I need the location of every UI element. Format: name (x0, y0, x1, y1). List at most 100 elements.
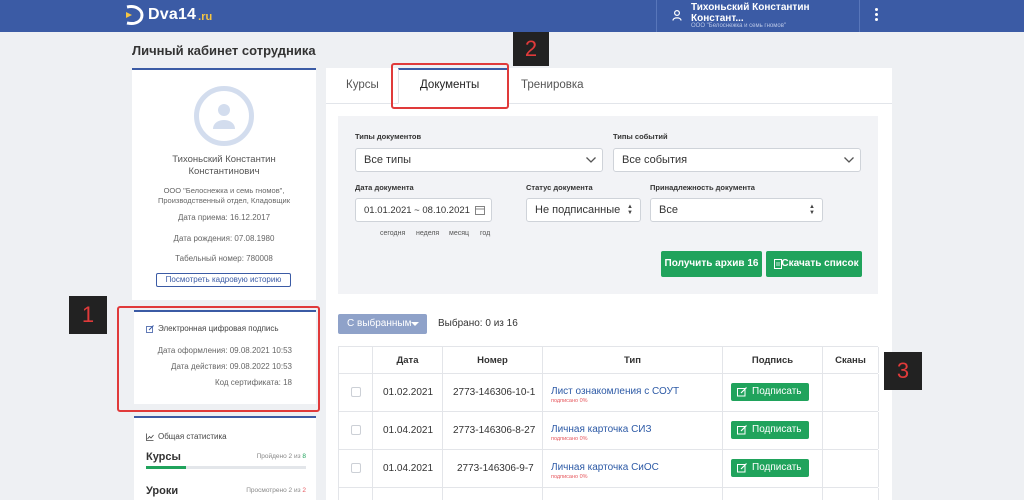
row-checkbox[interactable] (351, 463, 361, 473)
stats-title: Общая статистика (146, 432, 227, 441)
caret-down-icon (411, 322, 419, 326)
row-date: 01.02.2021 (373, 374, 443, 411)
updown-icon: ▲ ▼ (627, 204, 633, 216)
selected-count: Выбрано: 0 из 16 (438, 318, 518, 329)
row-type-link[interactable]: Лист ознакомления с СОУТ (551, 386, 679, 397)
quick-month[interactable]: месяц (449, 230, 469, 237)
stats-row-lessons: Уроки Просмотрено 2 из 2 (146, 485, 306, 497)
header-number: Номер (443, 347, 543, 373)
row-sign-cell: Подписать (723, 374, 823, 411)
row-checkbox-cell (339, 412, 373, 449)
status-select[interactable]: Не подписанные ▲ ▼ (526, 198, 641, 222)
user-avatar-icon (213, 104, 235, 129)
table-header-row: Дата Номер Тип Подпись Сканы (338, 346, 879, 374)
avatar (194, 86, 254, 146)
doc-types-label: Типы документов (355, 132, 422, 141)
logo-icon (126, 5, 144, 25)
sign-button-label: Подписать (752, 462, 802, 473)
row-checkbox-cell (339, 450, 373, 487)
tab-number: Табельный номер: 780008 (175, 254, 273, 263)
sign-button[interactable]: Подписать (731, 421, 809, 439)
hr-history-button[interactable]: Посмотреть кадровую историю (156, 273, 291, 287)
table-row[interactable] (338, 488, 879, 500)
row-checkbox[interactable] (351, 387, 361, 397)
row-type-link[interactable]: Личная карточка СиОС (551, 462, 659, 473)
chevron-down-icon (586, 157, 596, 163)
hire-date: Дата приема: 16.12.2017 (177, 213, 271, 222)
stats-courses-bar (146, 466, 306, 469)
annotation-label-1: 1 (69, 296, 107, 334)
more-menu-icon[interactable] (870, 6, 882, 26)
logo-tld: .ru (198, 11, 213, 23)
header-scans: Сканы (823, 347, 879, 373)
top-bar: Dva14 .ru Тихоньский Константин Констант… (0, 0, 1024, 32)
logo[interactable]: Dva14 .ru (124, 4, 212, 26)
row-number: 2773-146306-9-7 (443, 450, 543, 487)
table-row[interactable]: 01.04.2021 2773-146306-9-7 Личная карточ… (338, 450, 879, 488)
quick-today[interactable]: сегодня (380, 230, 405, 237)
download-doc-icon (774, 259, 782, 269)
row-type-cell: Личная карточка СиОС подписано 0% (543, 450, 723, 487)
row-sign-status: подписано 0% (551, 474, 588, 480)
stats-row-courses: Курсы Пройдено 2 из 8 (146, 451, 306, 469)
row-date: 01.04.2021 (373, 412, 443, 449)
updown-icon: ▲ ▼ (809, 204, 815, 216)
bulk-actions-button[interactable]: С выбранным (338, 314, 427, 334)
event-types-label: Типы событий (613, 132, 668, 141)
table-row[interactable]: 01.02.2021 2773-146306-10-1 Лист ознаком… (338, 374, 879, 412)
header-sign: Подпись (723, 347, 823, 373)
download-list-label: Скачать список (781, 258, 859, 269)
quick-week[interactable]: неделя (416, 230, 439, 237)
edit-icon (737, 425, 747, 435)
tab-courses[interactable]: Курсы (346, 79, 379, 91)
row-checkbox-cell (339, 374, 373, 411)
ownership-value: Все (659, 204, 678, 216)
sign-button[interactable]: Подписать (731, 459, 809, 477)
annotation-box-signature (117, 306, 320, 412)
user-name: Тихоньский Константин Констант... (691, 2, 810, 24)
header-date: Дата (373, 347, 443, 373)
status-label: Статус документа (526, 183, 593, 192)
row-sign-status: подписано 0% (551, 398, 588, 404)
sign-button-label: Подписать (752, 386, 802, 397)
row-scans-cell (823, 412, 879, 449)
annotation-box-documents-tab (391, 63, 509, 109)
row-type-link[interactable]: Личная карточка СИЗ (551, 424, 652, 435)
sign-button[interactable]: Подписать (731, 383, 809, 401)
birth-date: Дата рождения: 07.08.1980 (173, 234, 275, 243)
doc-date-input[interactable]: 01.01.2021 ~ 08.10.2021 (355, 198, 492, 222)
ownership-select[interactable]: Все ▲ ▼ (650, 198, 823, 222)
employee-org: ООО "Белоснежка и семь гномов", Производ… (158, 186, 290, 205)
doc-types-select[interactable]: Все типы (355, 148, 603, 172)
chevron-down-icon (844, 157, 854, 163)
employee-name: Тихоньский Константин Константинович (172, 154, 276, 177)
table-row[interactable]: 01.04.2021 2773-146306-8-27 Личная карто… (338, 412, 879, 450)
chart-icon (146, 433, 154, 441)
bulk-actions-label: С выбранным (347, 318, 412, 329)
edit-icon (737, 463, 747, 473)
download-list-button[interactable]: Скачать список (766, 251, 862, 277)
sign-button-label: Подписать (752, 424, 802, 435)
documents-panel: Курсы Документы Тренировка Типы документ… (326, 68, 892, 500)
doc-date-value: 01.01.2021 ~ 08.10.2021 (364, 205, 470, 216)
header-checkbox-cell (339, 347, 373, 373)
annotation-label-3: 3 (884, 352, 922, 390)
row-checkbox[interactable] (351, 425, 361, 435)
row-type-cell: Лист ознакомления с СОУТ подписано 0% (543, 374, 723, 411)
row-scans-cell (823, 374, 879, 411)
filters-panel: Типы документов Все типы Типы событий Вс… (338, 116, 878, 294)
stats-lessons-sub: Просмотрено 2 из 2 (246, 487, 306, 494)
header-type: Тип (543, 347, 723, 373)
row-scans-cell (823, 450, 879, 487)
event-types-select[interactable]: Все события (613, 148, 861, 172)
quick-year[interactable]: год (480, 230, 490, 237)
tab-training[interactable]: Тренировка (521, 79, 584, 91)
row-sign-status: подписано 0% (551, 436, 588, 442)
page-title: Личный кабинет сотрудника (132, 43, 316, 58)
user-menu[interactable]: Тихоньский Константин Констант... ООО "Б… (656, 0, 860, 32)
row-sign-cell: Подписать (723, 412, 823, 449)
calendar-icon (475, 206, 485, 215)
get-archive-button[interactable]: Получить архив 16 (661, 251, 762, 277)
annotation-label-2: 2 (513, 32, 549, 66)
row-sign-cell: Подписать (723, 450, 823, 487)
